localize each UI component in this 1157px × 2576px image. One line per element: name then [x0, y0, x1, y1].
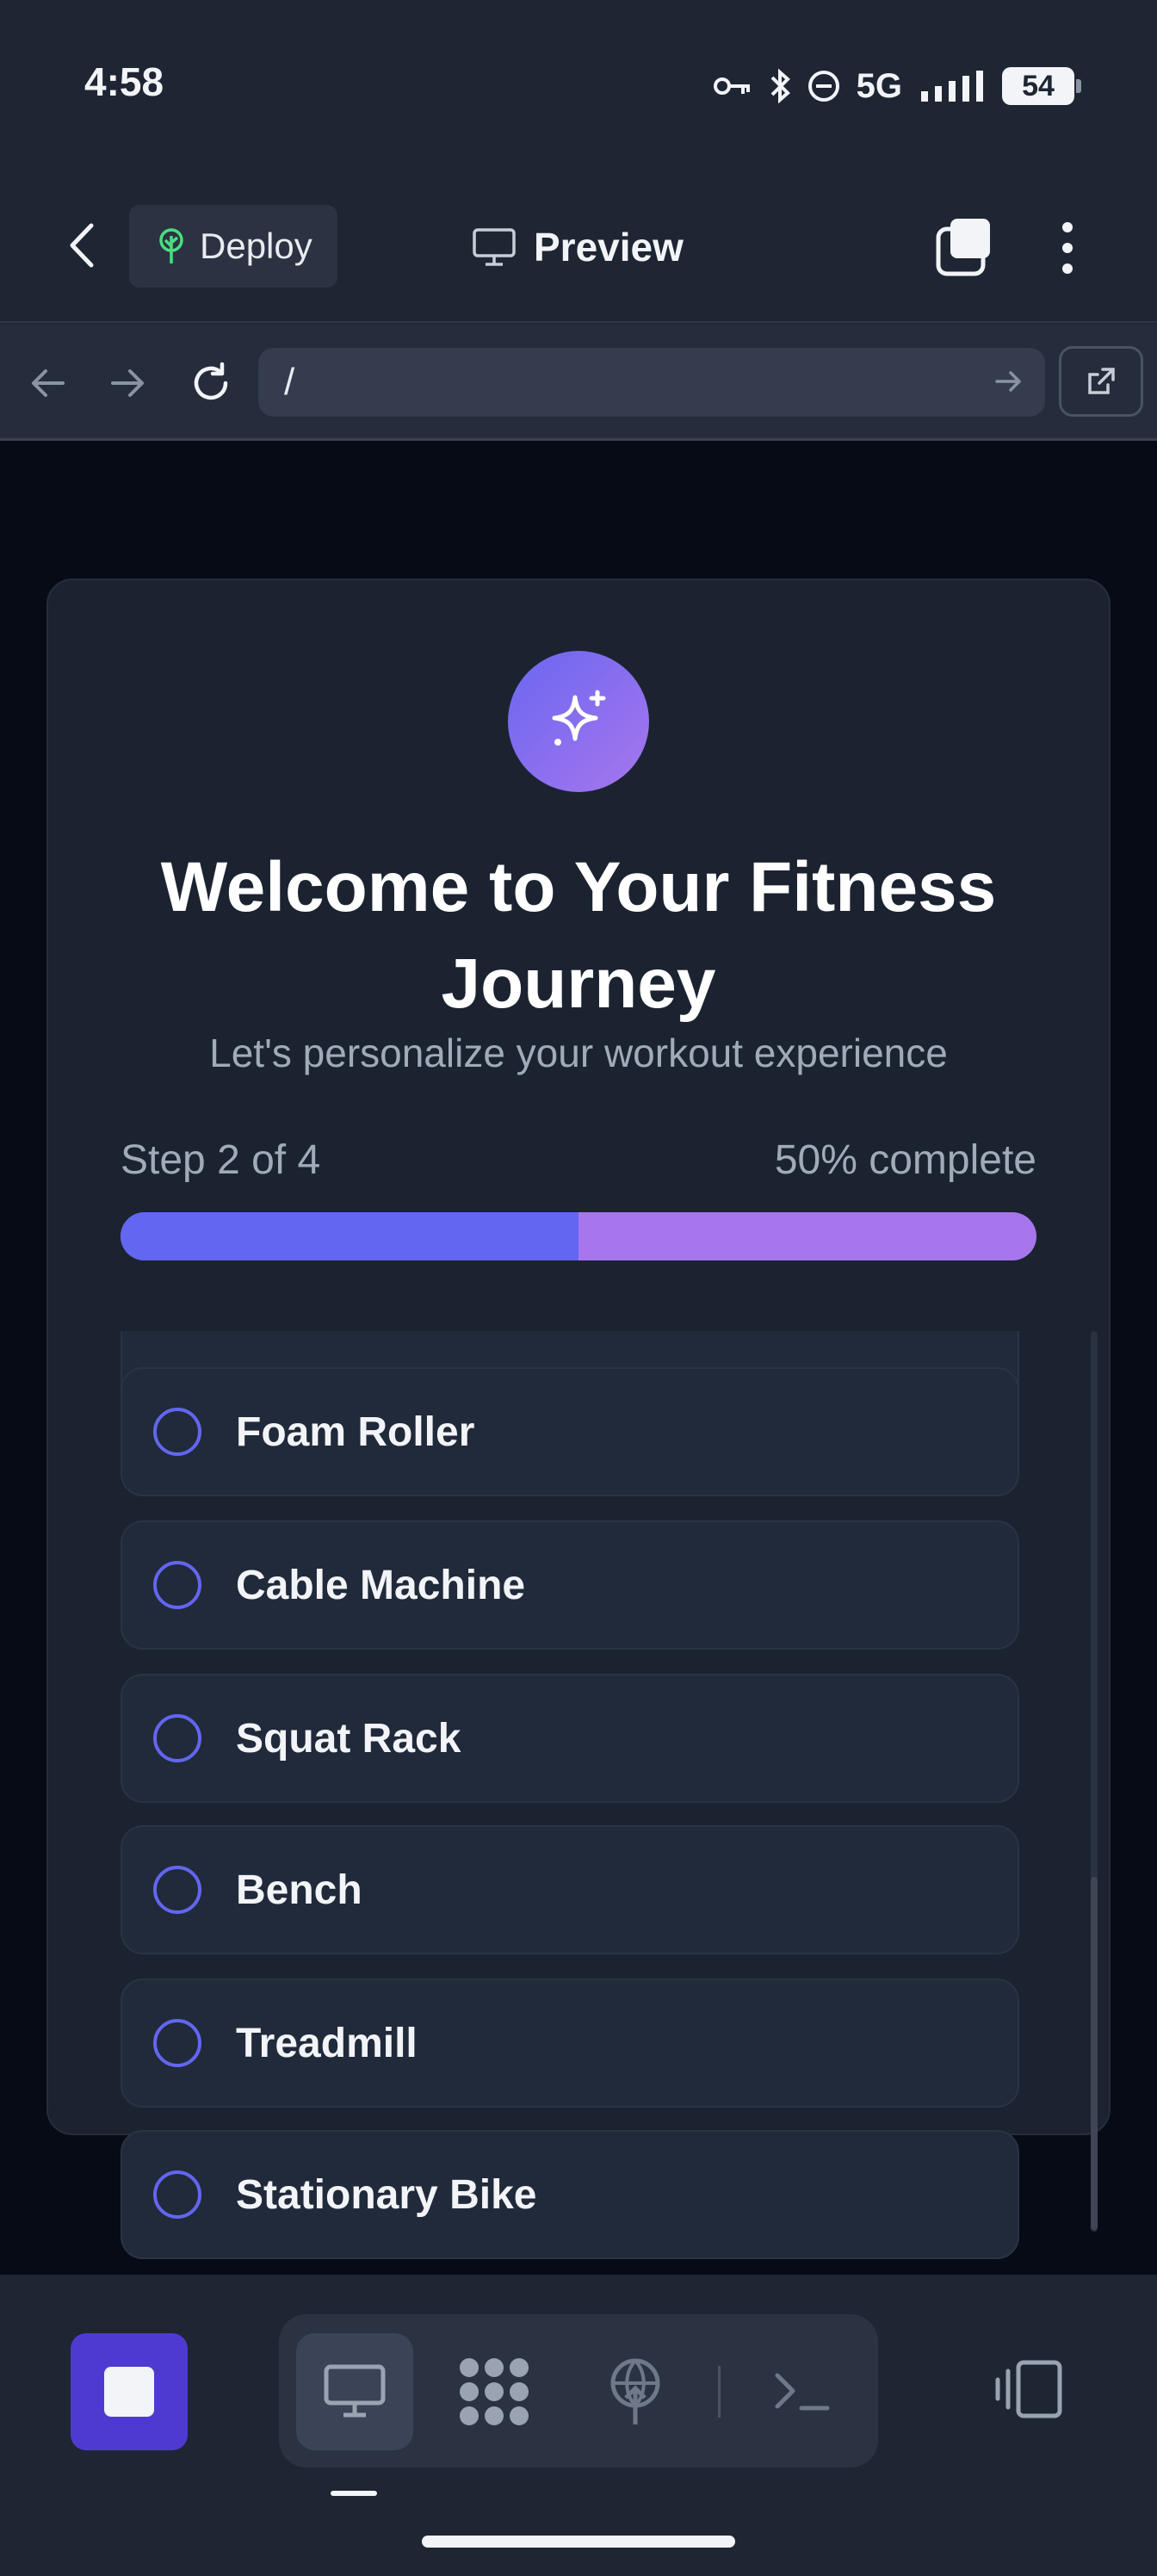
browser-back-button[interactable] — [17, 353, 77, 413]
radio-button[interactable] — [153, 1714, 201, 1762]
monitor-icon — [324, 2364, 386, 2418]
radio-button[interactable] — [153, 2019, 201, 2067]
battery-icon: 54 — [1002, 67, 1081, 105]
preview-title: Preview — [472, 217, 684, 277]
arrow-left-icon — [32, 369, 65, 397]
preview-label: Preview — [534, 225, 684, 269]
option-bench[interactable]: Bench — [121, 1825, 1019, 1954]
panel-toggle-icon — [995, 2360, 1062, 2418]
dnd-icon — [807, 71, 839, 102]
option-squat-rack[interactable]: Squat Rack — [121, 1674, 1019, 1803]
vpn-key-icon — [713, 77, 750, 95]
deploy-button[interactable]: Deploy — [129, 205, 337, 288]
toolbar-divider — [718, 2366, 721, 2418]
tabs-button[interactable] — [930, 214, 999, 282]
open-external-button[interactable] — [1059, 346, 1143, 417]
url-input[interactable]: / — [258, 348, 1045, 417]
terminal-tool-button[interactable] — [744, 2333, 861, 2450]
option-label: Squat Rack — [236, 1715, 461, 1762]
reload-icon — [194, 362, 228, 400]
radio-button[interactable] — [153, 1866, 201, 1914]
deploy-icon — [610, 2358, 660, 2424]
url-text: / — [284, 361, 295, 403]
onboarding-badge — [508, 651, 649, 792]
terminal-icon — [775, 2373, 830, 2411]
option-label: Treadmill — [236, 2020, 418, 2066]
page-title: Welcome to Your Fitness Journey — [160, 848, 997, 1023]
progress-percent: 50% complete — [774, 1137, 1036, 1183]
option-stationary-bike[interactable]: Stationary Bike — [121, 2130, 1019, 2259]
option-label: Stationary Bike — [236, 2171, 537, 2218]
step-indicator: Step 2 of 4 — [121, 1137, 321, 1183]
more-options-button[interactable] — [1042, 214, 1093, 282]
arrow-right-icon — [111, 369, 144, 397]
panel-toggle-button[interactable] — [990, 2350, 1067, 2428]
monitor-icon — [473, 228, 516, 266]
chevron-left-icon — [70, 223, 94, 268]
deploy-tool-button[interactable] — [577, 2333, 694, 2450]
deploy-label: Deploy — [200, 226, 312, 266]
browser-forward-button[interactable] — [98, 353, 158, 413]
bluetooth-icon — [770, 69, 790, 103]
progress-bar — [121, 1212, 1036, 1260]
sparkles-icon — [552, 690, 606, 746]
tree-icon — [159, 228, 183, 263]
scrollbar-thumb[interactable] — [1091, 1877, 1098, 2230]
components-icon — [460, 2358, 529, 2425]
home-indicator[interactable] — [422, 2536, 735, 2548]
back-button[interactable] — [52, 207, 112, 284]
network-type: 5G — [856, 66, 902, 105]
status-icons: 5G 54 — [713, 60, 1081, 112]
radio-button[interactable] — [153, 2170, 201, 2219]
radio-button[interactable] — [153, 1561, 201, 1609]
external-link-icon — [1088, 368, 1115, 394]
page-subtitle: Let's personalize your workout experienc… — [209, 1031, 948, 1075]
option-label: Bench — [236, 1867, 362, 1913]
reload-button[interactable] — [181, 353, 241, 413]
option-treadmill[interactable]: Treadmill — [121, 1978, 1019, 2108]
preview-tool-button[interactable] — [296, 2333, 413, 2450]
status-time: 4:58 — [84, 59, 164, 104]
option-cable-machine[interactable]: Cable Machine — [121, 1520, 1019, 1650]
stop-icon — [104, 2367, 154, 2417]
components-tool-button[interactable] — [436, 2333, 553, 2450]
equipment-options-list[interactable]: Foam Roller Cable Machine Squat Rack Ben… — [121, 1331, 1093, 2275]
battery-level: 54 — [1022, 69, 1055, 102]
option-label: Foam Roller — [236, 1409, 475, 1455]
tabs-icon — [936, 219, 990, 276]
active-tab-indicator — [331, 2491, 377, 2496]
go-arrow-icon[interactable] — [992, 360, 1026, 403]
option-label: Cable Machine — [236, 1562, 526, 1608]
progress-fill — [121, 1212, 578, 1260]
option-foam-roller[interactable]: Foam Roller — [121, 1367, 1019, 1496]
stop-button[interactable] — [71, 2333, 188, 2450]
radio-button[interactable] — [153, 1408, 201, 1456]
signal-icon — [921, 71, 983, 102]
